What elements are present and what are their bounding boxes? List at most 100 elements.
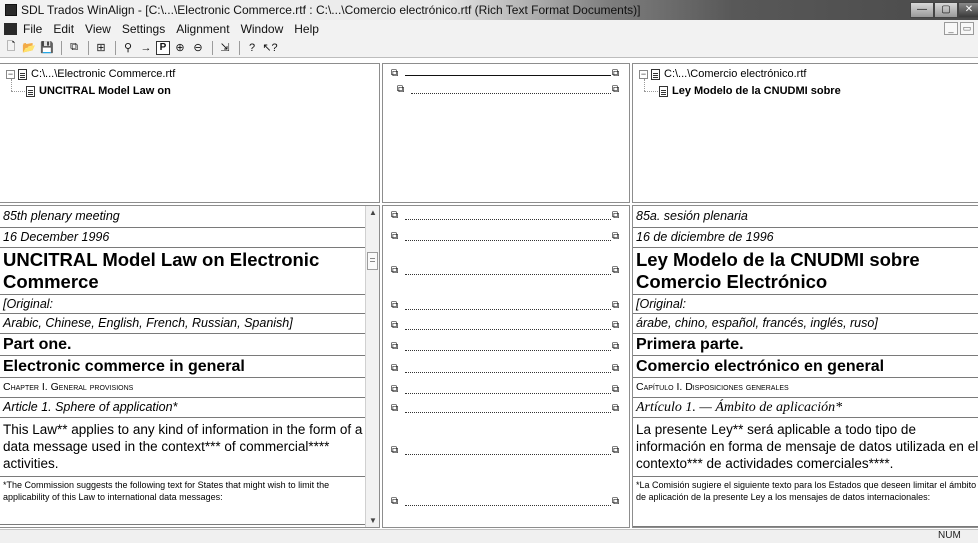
app-icon[interactable] [5, 4, 17, 16]
menu-help[interactable]: Help [294, 22, 319, 36]
source-segment[interactable]: Electronic commerce in general [0, 356, 366, 378]
segment-link-icon: ⧉ [391, 341, 399, 352]
target-structure-pane[interactable]: − C:\...\Comercio electrónico.rtf Ley Mo… [632, 63, 978, 203]
source-segment[interactable]: *The Commission suggests the following t… [0, 477, 366, 525]
source-segment[interactable]: This Law** applies to any kind of inform… [0, 418, 366, 477]
find-icon[interactable]: ⚲ [120, 40, 136, 56]
structure-link[interactable]: ⧉ ⧉ [383, 68, 629, 83]
alignment-link[interactable]: ⧉ ⧉ [383, 210, 629, 225]
segment-alignment-pane[interactable]: ⧉ ⧉ ⧉ ⧉ ⧉ ⧉ ⧉ ⧉ ⧉ ⧉ ⧉ ⧉ ⧉ ⧉ ⧉ ⧉ ⧉ ⧉ ⧉ ⧉ ⧉ ⧉ [382, 205, 630, 528]
mdi-minimize-button[interactable]: _ [944, 22, 958, 35]
save-icon[interactable]: 💾 [39, 40, 55, 56]
segment-link-icon: ⧉ [612, 68, 620, 79]
segment-link-icon: ⧉ [612, 403, 620, 414]
target-segment[interactable]: árabe, chino, español, francés, inglés, … [633, 314, 978, 334]
title-bar[interactable]: SDL Trados WinAlign - [C:\...\Electronic… [0, 0, 978, 20]
vertical-scrollbar[interactable]: ▲ ▼ [365, 206, 379, 527]
menu-settings[interactable]: Settings [122, 22, 165, 36]
arrow-right-icon[interactable]: → [138, 40, 154, 56]
menu-window[interactable]: Window [241, 22, 284, 36]
source-segment[interactable]: Article 1. Sphere of application* [0, 398, 366, 418]
alignment-link[interactable]: ⧉ ⧉ [383, 341, 629, 356]
structure-link[interactable]: ⧉ ⧉ [383, 85, 629, 99]
zoom-in-icon[interactable]: ⊕ [172, 40, 188, 56]
collapse-icon[interactable]: − [6, 69, 15, 79]
source-segment[interactable]: 85th plenary meeting [0, 206, 366, 228]
alignment-link[interactable]: ⧉ ⧉ [383, 301, 629, 315]
source-file-node[interactable]: − C:\...\Electronic Commerce.rtf [6, 68, 175, 80]
maximize-button[interactable]: ▢ [934, 2, 958, 18]
target-segment[interactable]: Comercio electrónico en general [633, 356, 978, 378]
mdi-restore-button[interactable]: ▭ [960, 22, 974, 35]
document-menu-icon[interactable] [4, 23, 17, 35]
target-segment[interactable]: Artículo 1. — Ámbito de aplicación* [633, 398, 978, 418]
target-file-node[interactable]: − C:\...\Comercio electrónico.rtf [639, 68, 806, 80]
source-file-label: C:\...\Electronic Commerce.rtf [31, 68, 176, 80]
source-segment[interactable]: Chapter I. General provisions [0, 378, 366, 398]
new-icon[interactable]: 🗋 [3, 40, 19, 56]
menu-file[interactable]: File [23, 22, 42, 36]
segment-link-icon: ⧉ [612, 363, 620, 374]
source-segments-pane[interactable]: 85th plenary meeting 16 December 1996 UN… [0, 205, 380, 528]
help-icon[interactable]: ? [244, 40, 260, 56]
segment-link-icon: ⧉ [612, 341, 620, 352]
alignment-link[interactable]: ⧉ ⧉ [383, 403, 629, 418]
alignment-link[interactable]: ⧉ ⧉ [383, 384, 629, 399]
target-segment[interactable]: 85a. sesión plenaria [633, 206, 978, 228]
menu-bar: File Edit View Settings Alignment Window… [0, 20, 978, 38]
alignment-link[interactable]: ⧉ ⧉ [383, 320, 629, 335]
menu-alignment[interactable]: Alignment [176, 22, 229, 36]
scroll-up-icon[interactable]: ▲ [368, 208, 378, 217]
scroll-thumb[interactable] [367, 252, 378, 270]
structure-alignment-pane[interactable]: ⧉ ⧉ ⧉ ⧉ [382, 63, 630, 203]
open-icon[interactable]: 📂 [21, 40, 37, 56]
target-segment[interactable]: *La Comisión sugiere el siguiente texto … [633, 477, 978, 527]
link-line [405, 412, 611, 413]
collapse-icon[interactable]: − [639, 69, 648, 79]
segment-link-icon: ⧉ [612, 445, 620, 456]
scroll-down-icon[interactable]: ▼ [368, 516, 378, 525]
segment-link-icon: ⧉ [612, 320, 620, 331]
close-button[interactable]: ✕ [958, 2, 978, 18]
alignment-link[interactable]: ⧉ ⧉ [383, 497, 629, 511]
menu-edit[interactable]: Edit [53, 22, 74, 36]
target-segment[interactable]: La presente Ley** será aplicable a todo … [633, 418, 978, 477]
copy-icon[interactable]: ⧉ [66, 40, 82, 56]
source-heading-label: UNCITRAL Model Law on [39, 85, 171, 97]
segment-link-icon: ⧉ [391, 265, 399, 276]
source-segment[interactable]: Arabic, Chinese, English, French, Russia… [0, 314, 366, 334]
source-segment[interactable]: [Original: [0, 295, 366, 314]
paragraph-mode-icon[interactable]: P [156, 40, 170, 55]
status-bar: NUM [0, 529, 978, 543]
alignment-link[interactable]: ⧉ ⧉ [383, 231, 629, 246]
target-heading-node[interactable]: Ley Modelo de la CNUDMI sobre [659, 85, 841, 97]
target-segment[interactable]: [Original: [633, 295, 978, 314]
segment-link-icon: ⧉ [612, 384, 620, 395]
source-heading-node[interactable]: UNCITRAL Model Law on [26, 85, 171, 97]
num-lock-indicator: NUM [938, 530, 961, 541]
alignment-link[interactable]: ⧉ ⧉ [383, 265, 629, 280]
zoom-out-icon[interactable]: ⊖ [190, 40, 206, 56]
target-segment[interactable]: 16 de diciembre de 1996 [633, 228, 978, 248]
target-segment[interactable]: Ley Modelo de la CNUDMI sobre Comercio E… [633, 248, 978, 295]
segment-link-icon: ⧉ [391, 403, 399, 414]
link-line [405, 329, 611, 330]
fit-icon[interactable]: ⇲ [217, 40, 233, 56]
alignment-link[interactable]: ⧉ ⧉ [383, 445, 629, 460]
source-segment[interactable]: 16 December 1996 [0, 228, 366, 248]
minimize-button[interactable]: — [910, 2, 934, 18]
context-help-icon[interactable]: ↖? [262, 40, 278, 56]
properties-icon[interactable]: ⊞ [93, 40, 109, 56]
segment-link-icon: ⧉ [612, 265, 620, 276]
segment-link-icon: ⧉ [612, 210, 620, 221]
target-segments-pane[interactable]: 85a. sesión plenaria 16 de diciembre de … [632, 205, 978, 528]
toolbar-separator [88, 40, 89, 55]
source-segment[interactable]: UNCITRAL Model Law on Electronic Commerc… [0, 248, 366, 295]
target-segment[interactable]: Primera parte. [633, 334, 978, 356]
source-segment[interactable]: Part one. [0, 334, 366, 356]
target-segment[interactable]: Capítulo I. Disposiciones generales [633, 378, 978, 398]
alignment-link[interactable]: ⧉ ⧉ [383, 363, 629, 378]
segment-link-icon: ⧉ [612, 231, 620, 242]
menu-view[interactable]: View [85, 22, 111, 36]
source-structure-pane[interactable]: − C:\...\Electronic Commerce.rtf UNCITRA… [0, 63, 380, 203]
